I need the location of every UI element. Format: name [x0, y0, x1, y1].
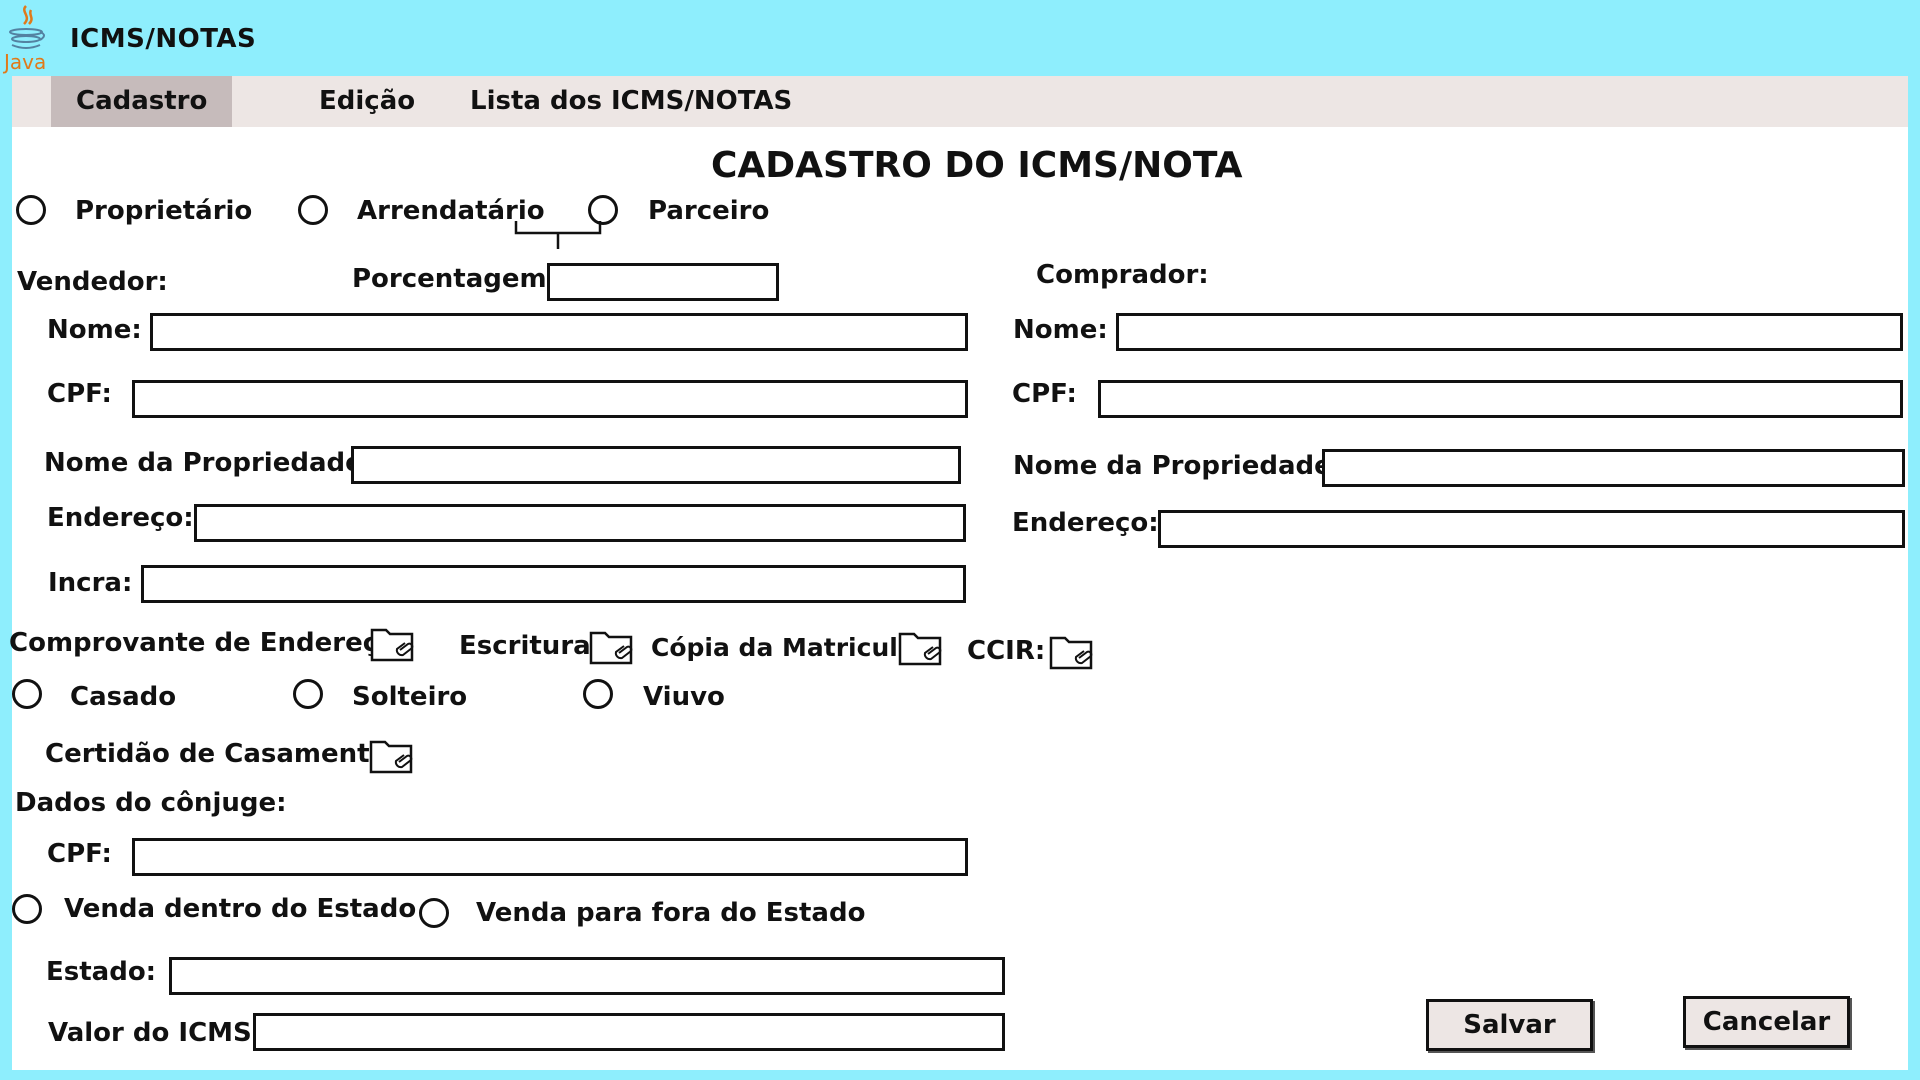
radio-label-viuvo: Viuvo — [643, 682, 725, 712]
buyer-property-label: Nome da Propriedade: — [1013, 451, 1343, 481]
tab-cadastro[interactable]: Cadastro — [51, 76, 233, 127]
radio-label-venda-dentro: Venda dentro do Estado — [64, 894, 417, 924]
radio-casado[interactable] — [12, 679, 42, 709]
radio-viuvo[interactable] — [583, 679, 613, 709]
seller-heading: Vendedor: — [17, 267, 168, 297]
tab-lista[interactable]: Lista dos ICMS/NOTAS — [445, 76, 817, 127]
icms-value-label: Valor do ICMS: — [48, 1018, 263, 1048]
radio-venda-dentro[interactable] — [12, 894, 42, 924]
seller-property-input[interactable] — [351, 446, 961, 484]
cancel-button[interactable]: Cancelar — [1683, 996, 1850, 1048]
percentage-input[interactable] — [547, 263, 779, 301]
buyer-cpf-input[interactable] — [1098, 380, 1903, 418]
folder-attachment-icon[interactable] — [369, 736, 415, 776]
form-panel: CADASTRO DO ICMS/NOTA Proprietário Arren… — [9, 127, 1908, 1070]
radio-label-solteiro: Solteiro — [352, 682, 468, 712]
seller-incra-label: Incra: — [48, 568, 133, 598]
buyer-property-input[interactable] — [1322, 449, 1905, 487]
window-title: ICMS/NOTAS — [70, 24, 257, 54]
radio-label-casado: Casado — [70, 682, 177, 712]
buyer-heading: Comprador: — [1036, 260, 1209, 290]
seller-cpf-label: CPF: — [47, 379, 112, 409]
seller-name-label: Nome: — [47, 315, 142, 345]
deed-label: Escritura: — [459, 631, 602, 661]
radio-label-venda-fora: Venda para fora do Estado — [476, 898, 866, 928]
folder-attachment-icon[interactable] — [370, 624, 416, 664]
buyer-name-input[interactable] — [1116, 313, 1903, 351]
radio-solteiro[interactable] — [293, 679, 323, 709]
buyer-name-label: Nome: — [1013, 315, 1108, 345]
folder-attachment-icon[interactable] — [898, 628, 944, 668]
java-logo-text: Java — [4, 50, 47, 74]
radio-venda-fora[interactable] — [419, 898, 449, 928]
icms-value-input[interactable] — [253, 1013, 1005, 1051]
radio-arrendatario[interactable] — [298, 195, 328, 225]
marriage-cert-label: Certidão de Casamento: — [45, 739, 398, 769]
tab-bar: Cadastro Edição Lista dos ICMS/NOTAS — [12, 76, 1908, 127]
seller-cpf-input[interactable] — [132, 380, 968, 418]
save-button[interactable]: Salvar — [1426, 999, 1593, 1051]
page-title: CADASTRO DO ICMS/NOTA — [711, 145, 1243, 186]
buyer-address-input[interactable] — [1158, 510, 1905, 548]
seller-property-label: Nome da Propriedade: — [44, 448, 374, 478]
folder-attachment-icon[interactable] — [589, 627, 635, 667]
spouse-cpf-input[interactable] — [132, 838, 968, 876]
seller-address-input[interactable] — [194, 504, 966, 542]
radio-label-proprietario: Proprietário — [75, 196, 253, 226]
spouse-heading: Dados do cônjuge: — [15, 788, 287, 818]
state-input[interactable] — [169, 957, 1005, 995]
buyer-cpf-label: CPF: — [1012, 379, 1077, 409]
connector-bracket — [514, 221, 602, 249]
registry-copy-label: Cópia da Matricula: — [651, 633, 925, 662]
address-proof-label: Comprovante de Endereço: — [9, 628, 407, 658]
title-bar: Java ICMS/NOTAS — [0, 0, 1920, 76]
state-label: Estado: — [46, 957, 157, 987]
ccir-label: CCIR: — [967, 636, 1046, 666]
seller-incra-input[interactable] — [141, 565, 966, 603]
tab-edicao[interactable]: Edição — [294, 76, 440, 127]
radio-proprietario[interactable] — [16, 195, 46, 225]
percentage-label: Porcentagem: — [352, 264, 558, 294]
seller-address-label: Endereço: — [47, 503, 194, 533]
spouse-cpf-label: CPF: — [47, 839, 112, 869]
folder-attachment-icon[interactable] — [1049, 632, 1095, 672]
seller-name-input[interactable] — [150, 313, 968, 351]
radio-label-parceiro: Parceiro — [648, 196, 770, 226]
buyer-address-label: Endereço: — [1012, 508, 1159, 538]
